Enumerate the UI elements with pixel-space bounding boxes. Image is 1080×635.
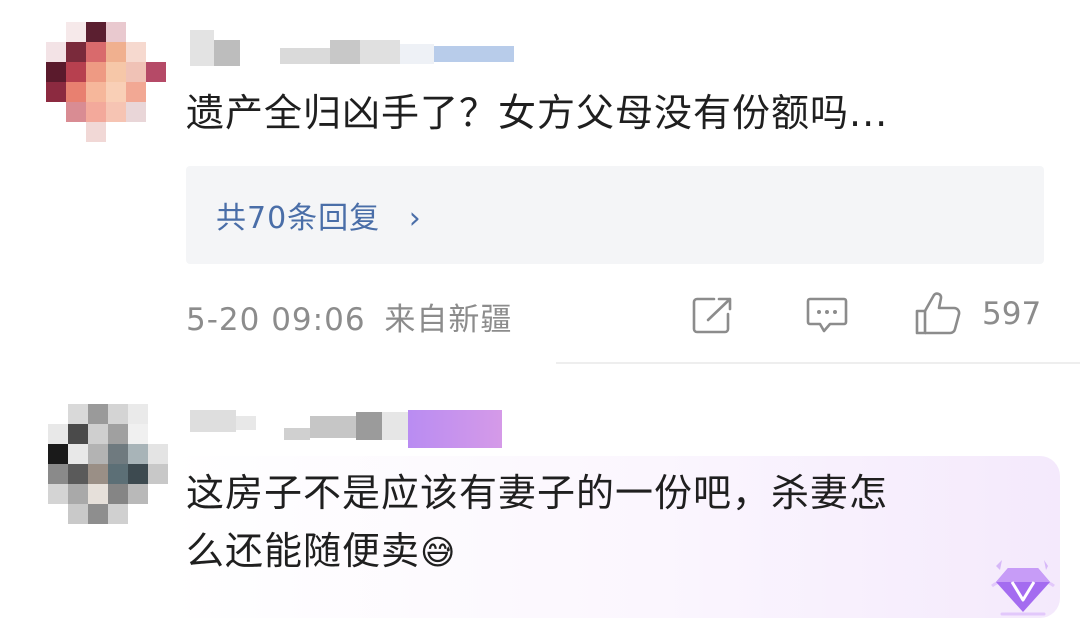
divider [556, 362, 1080, 364]
avatar[interactable] [46, 22, 166, 142]
comment-text-line: 这房子不是应该有妻子的一份吧，杀妻怎 [186, 471, 889, 515]
comment-meta: 5-20 09:06 来自新疆 [186, 294, 512, 339]
view-replies-link[interactable]: 共70条回复 › [216, 193, 422, 237]
location: 来自新疆 [384, 302, 513, 338]
comment-text: 遗产全归凶手了？女方父母没有份额吗... [186, 91, 889, 135]
username-redacted[interactable] [190, 410, 502, 448]
sweat-smile-emoji: 😅 [420, 533, 457, 573]
avatar[interactable] [48, 404, 168, 524]
comment-text-line: 么还能随便卖😅 [186, 529, 457, 573]
chevron-right-icon: › [408, 201, 422, 236]
comment-text: 这房子不是应该有妻子的一份吧，杀妻怎 么还能随便卖😅 [186, 464, 888, 582]
gem-badge-icon [991, 560, 1055, 616]
timestamp: 5-20 09:06 [186, 302, 366, 338]
thumbs-up-icon[interactable] [914, 292, 962, 336]
share-icon[interactable] [692, 296, 734, 334]
replies-panel[interactable]: 共70条回复 › [186, 166, 1044, 264]
like-count: 597 [982, 296, 1042, 332]
comment-icon[interactable] [806, 296, 848, 334]
replies-count-label: 共70条回复 [216, 201, 381, 236]
username-redacted[interactable] [190, 30, 514, 66]
